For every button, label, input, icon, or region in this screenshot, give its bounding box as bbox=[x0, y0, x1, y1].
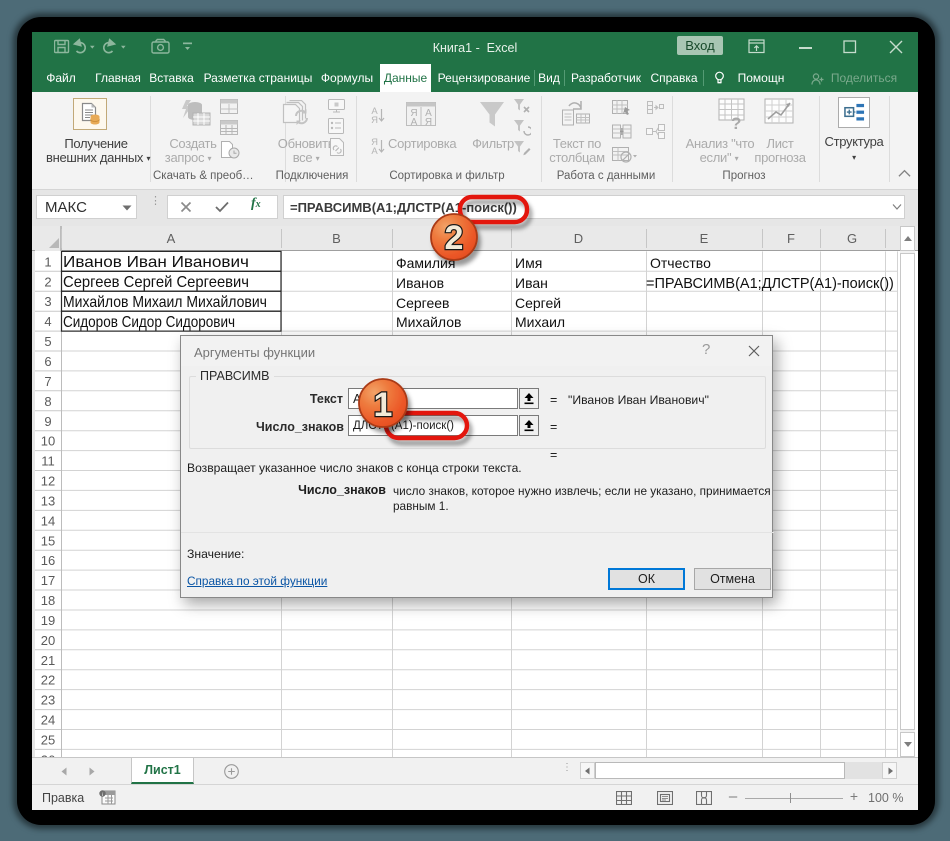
svg-text:21: 21 bbox=[41, 653, 55, 668]
svg-text:14: 14 bbox=[41, 513, 55, 528]
svg-text:18: 18 bbox=[41, 593, 55, 608]
svg-text:А: А bbox=[411, 117, 418, 126]
svg-text:12: 12 bbox=[41, 474, 55, 489]
svg-text:15: 15 bbox=[41, 533, 55, 548]
svg-text:8: 8 bbox=[44, 394, 51, 409]
svg-text:20: 20 bbox=[41, 633, 55, 648]
svg-text:2: 2 bbox=[44, 274, 51, 289]
svg-text:24: 24 bbox=[41, 713, 55, 728]
svg-text:3: 3 bbox=[44, 294, 51, 309]
svg-text:4: 4 bbox=[44, 314, 51, 329]
svg-text:17: 17 bbox=[41, 573, 55, 588]
svg-text:Я: Я bbox=[425, 117, 432, 126]
svg-text:19: 19 bbox=[41, 613, 55, 628]
svg-text:9: 9 bbox=[44, 414, 51, 429]
svg-text:22: 22 bbox=[41, 673, 55, 688]
svg-text:25: 25 bbox=[41, 733, 55, 748]
svg-text:5: 5 bbox=[44, 334, 51, 349]
svg-text:7: 7 bbox=[44, 374, 51, 389]
svg-text:16: 16 bbox=[41, 553, 55, 568]
svg-text:6: 6 bbox=[44, 354, 51, 369]
svg-text:23: 23 bbox=[41, 693, 55, 708]
svg-text:1: 1 bbox=[44, 254, 51, 269]
svg-text:11: 11 bbox=[41, 454, 55, 469]
svg-text:?: ? bbox=[731, 114, 741, 132]
svg-text:13: 13 bbox=[41, 493, 55, 508]
svg-text:10: 10 bbox=[41, 434, 55, 449]
